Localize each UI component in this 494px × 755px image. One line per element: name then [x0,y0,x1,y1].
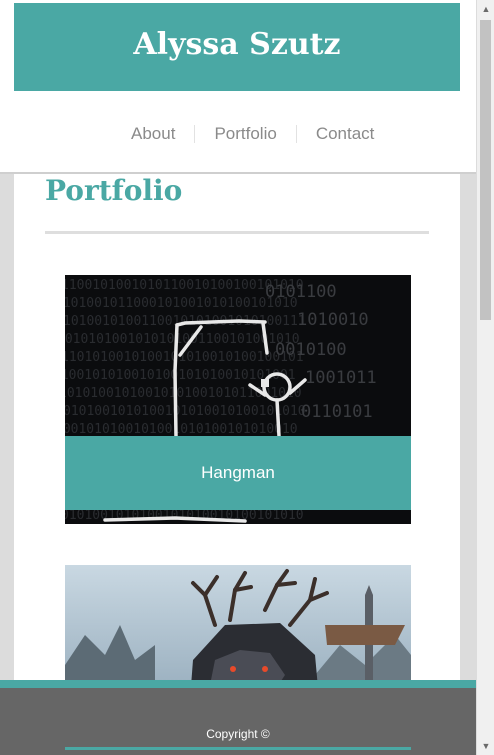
nav-about[interactable]: About [112,120,194,148]
project-card-hangman[interactable]: 1100101001010110010100100101010 01010010… [65,275,411,524]
nav-portfolio[interactable]: Portfolio [195,120,295,148]
svg-text:0010100: 0010100 [275,340,347,360]
copyright-text: Copyright © [206,727,270,741]
page-title: Portfolio [45,174,183,207]
footer-accent-line [65,747,411,750]
svg-text:1010010: 1010010 [297,310,369,330]
scroll-down-arrow-icon[interactable]: ▼ [477,737,494,755]
main-nav: About Portfolio Contact [112,120,393,148]
svg-text:1001011: 1001011 [305,368,377,388]
svg-text:0110101: 0110101 [301,402,373,422]
svg-text:0101100: 0101100 [265,282,337,302]
header: Alyssa Szutz About Portfolio Contact [0,0,476,174]
page: Alyssa Szutz About Portfolio Contact Por… [0,0,476,755]
svg-text:100101010010100101010010101001: 1001010100101001010100101010010 [65,422,298,437]
footer-accent-bar [0,680,476,688]
nav-contact[interactable]: Contact [297,120,394,148]
title-divider [45,231,429,234]
site-title[interactable]: Alyssa Szutz [133,27,340,62]
brand-banner: Alyssa Szutz [14,3,460,91]
svg-text:010100101010010101001010010101: 0101001010100101010010100101010 [65,508,304,523]
main-content: Portfolio 110010100101011001010010010101… [14,174,460,755]
scroll-up-arrow-icon[interactable]: ▲ [477,0,494,18]
footer: Copyright © [0,680,476,755]
svg-text:010100101100010100101010010101: 0101001011000101001010100101010 [65,296,298,311]
project-caption[interactable]: Hangman [65,436,411,510]
scrollbar-thumb[interactable] [480,20,491,320]
vertical-scrollbar[interactable]: ▲ ▼ [476,0,494,755]
svg-text:010100101010010101001010010101: 0101001010100101010010100101010 [65,404,306,419]
